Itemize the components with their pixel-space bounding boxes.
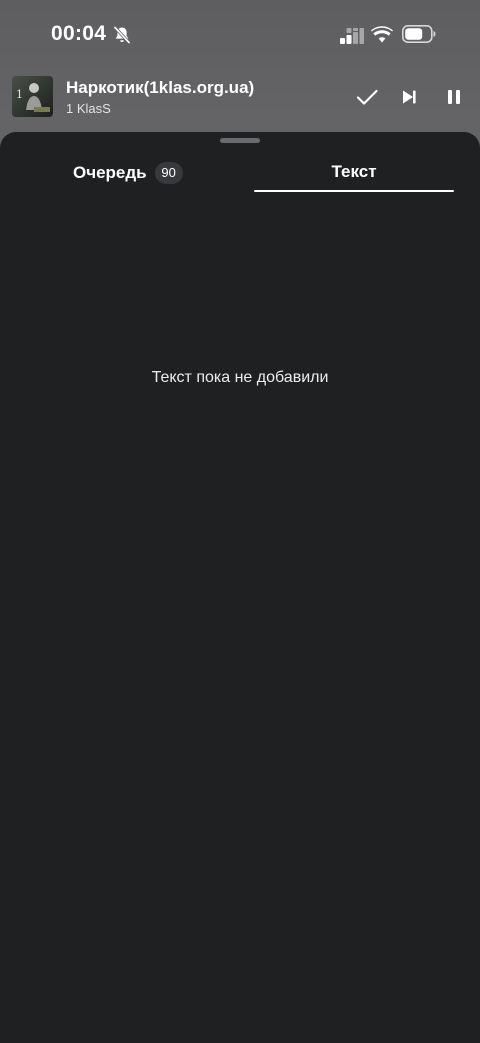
tab-selected-indicator: [254, 190, 454, 192]
tab-queue[interactable]: Очередь 90: [24, 152, 224, 194]
album-art[interactable]: 1: [12, 76, 53, 117]
check-icon[interactable]: [354, 84, 380, 110]
status-bar: 00:04: [0, 0, 480, 70]
wifi-icon: [371, 25, 393, 43]
sheet-tabs: Очередь 90 Текст: [0, 152, 480, 194]
pause-icon[interactable]: [441, 84, 467, 110]
track-artist[interactable]: 1 KlasS: [66, 101, 111, 116]
sheet-grabber[interactable]: [220, 138, 260, 143]
lyrics-sheet: Очередь 90 Текст Текст пока не добавили: [0, 132, 480, 1043]
status-time: 00:04: [51, 22, 107, 45]
svg-text:1: 1: [16, 88, 23, 101]
battery-icon: [402, 25, 436, 43]
skip-next-icon[interactable]: [396, 84, 422, 110]
tab-queue-label: Очередь: [73, 163, 147, 182]
mini-player[interactable]: 1 Наркотик(1klas.org.ua) 1 KlasS: [0, 70, 480, 132]
empty-lyrics-message: Текст пока не добавили: [151, 369, 329, 386]
cellular-signal-icon: [340, 28, 364, 44]
track-title[interactable]: Наркотик(1klas.org.ua): [66, 78, 254, 98]
tab-lyrics[interactable]: Текст: [254, 152, 454, 194]
tab-lyrics-label: Текст: [331, 162, 377, 181]
queue-count-badge: 90: [154, 162, 183, 184]
bell-muted-icon: [112, 25, 132, 45]
